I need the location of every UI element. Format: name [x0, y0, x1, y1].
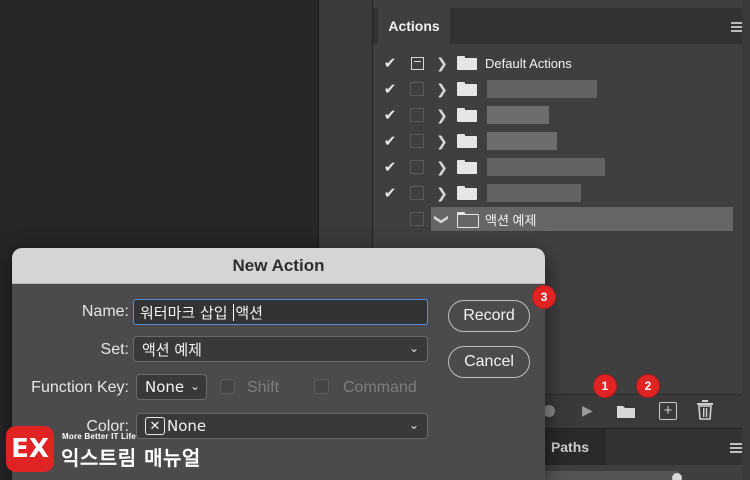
action-set-row[interactable]: ✔ ❯	[379, 76, 733, 102]
toggle-dialog-empty[interactable]	[405, 130, 429, 152]
chevron-down-icon: ⌄	[408, 418, 419, 432]
toggle-item-check-icon[interactable]: ✔	[379, 155, 401, 179]
name-input[interactable]: 워터마크 삽입 액션	[133, 299, 428, 325]
expand-chevron-icon[interactable]: ❯	[431, 159, 453, 176]
action-set-item[interactable]: ❯	[431, 77, 733, 101]
logo-mark: EX	[6, 426, 54, 472]
action-set-item[interactable]: ❯	[431, 181, 733, 205]
slider-knob[interactable]	[672, 473, 682, 480]
command-checkbox[interactable]	[314, 379, 329, 394]
action-set-item[interactable]: ❯ 액션 예제	[431, 207, 733, 231]
folder-icon	[457, 186, 477, 200]
function-key-label: Function Key:	[31, 379, 129, 396]
dialog-title: New Action	[12, 248, 545, 284]
set-label: Set:	[100, 341, 129, 358]
command-label: Command	[343, 379, 417, 396]
toggle-dialog-empty[interactable]	[405, 208, 429, 230]
name-input-text: 워터마크 삽입	[140, 303, 233, 322]
action-set-row[interactable]: ✔ ❯ Default Actions	[379, 50, 733, 76]
create-new-action-icon[interactable]: +	[659, 402, 677, 420]
toggle-dialog-empty[interactable]	[405, 104, 429, 126]
expand-chevron-icon[interactable]: ❯	[431, 81, 453, 98]
toggle-dialog-empty[interactable]	[405, 78, 429, 100]
chevron-down-icon: ⌄	[408, 341, 419, 355]
name-input-text-after: 액션	[235, 303, 263, 322]
step-badge-1: 1	[594, 375, 616, 397]
toggle-item-empty[interactable]	[379, 207, 401, 231]
expand-chevron-icon[interactable]: ❯	[431, 133, 453, 150]
function-key-select[interactable]: None ⌄	[136, 374, 207, 400]
actions-panel-tabbar: Actions	[373, 8, 750, 44]
set-select-value: 액션 예제	[142, 340, 202, 359]
expand-chevron-icon[interactable]: ❯	[431, 55, 453, 72]
logo-name: 익스트림 매뉴얼	[61, 446, 201, 470]
folder-icon	[457, 82, 477, 96]
action-set-row[interactable]: ✔ ❯	[379, 128, 733, 154]
toggle-item-check-icon[interactable]: ✔	[379, 103, 401, 127]
toggle-item-check-icon[interactable]: ✔	[379, 181, 401, 205]
toggle-item-check-icon[interactable]: ✔	[379, 51, 401, 75]
folder-icon	[457, 56, 477, 70]
action-set-row[interactable]: ✔ ❯	[379, 102, 733, 128]
cancel-button[interactable]: Cancel	[448, 346, 530, 378]
trash-icon[interactable]	[696, 400, 714, 420]
expand-chevron-icon[interactable]: ❯	[431, 107, 453, 124]
function-key-value: None	[145, 378, 185, 396]
shift-checkbox[interactable]	[220, 379, 235, 394]
blurred-name	[487, 132, 557, 150]
action-set-row-selected[interactable]: ❯ 액션 예제	[379, 206, 733, 232]
folder-icon	[457, 108, 477, 122]
blurred-name	[487, 184, 581, 202]
step-badge-3: 3	[533, 286, 555, 308]
blurred-name	[487, 158, 605, 176]
action-set-item[interactable]: ❯ Default Actions	[431, 51, 733, 75]
name-label: Name:	[81, 303, 129, 320]
toggle-item-check-icon[interactable]: ✔	[379, 129, 401, 153]
action-set-name: Default Actions	[485, 55, 572, 71]
folder-icon	[457, 134, 477, 148]
record-button[interactable]: Record	[448, 300, 530, 332]
set-select[interactable]: 액션 예제 ⌄	[133, 336, 428, 362]
step-badge-2: 2	[637, 375, 659, 397]
action-set-list: ✔ ❯ Default Actions ✔ ❯ ✔ ❯ ✔ ❯ ✔ ❯ ✔ ❯ …	[379, 50, 733, 232]
toggle-dialog-empty[interactable]	[405, 182, 429, 204]
blurred-name	[487, 80, 597, 98]
folder-icon	[457, 160, 477, 174]
toggle-dialog-icon[interactable]	[405, 52, 429, 74]
action-set-item[interactable]: ❯	[431, 129, 733, 153]
action-set-item[interactable]: ❯	[431, 103, 733, 127]
site-logo: EX More Better IT Life 익스트림 매뉴얼	[6, 424, 206, 476]
shift-label: Shift	[247, 379, 280, 396]
play-icon[interactable]: ▶	[582, 402, 593, 419]
open-folder-icon	[457, 212, 479, 228]
action-set-name: 액션 예제	[485, 212, 537, 228]
expand-chevron-icon[interactable]: ❯	[431, 185, 453, 202]
action-set-row[interactable]: ✔ ❯	[379, 154, 733, 180]
blurred-name	[487, 106, 549, 124]
action-set-row[interactable]: ✔ ❯	[379, 180, 733, 206]
chevron-down-icon: ⌄	[189, 379, 200, 393]
collapse-chevron-icon[interactable]: ❯	[434, 208, 451, 230]
toggle-item-check-icon[interactable]: ✔	[379, 77, 401, 101]
text-caret	[233, 303, 235, 321]
create-new-set-folder-icon[interactable]	[616, 403, 636, 419]
tab-actions[interactable]: Actions	[378, 8, 450, 44]
panel-scroll-edge	[742, 0, 750, 480]
action-set-item[interactable]: ❯	[431, 155, 733, 179]
toggle-dialog-empty[interactable]	[405, 156, 429, 178]
logo-tagline: More Better IT Life	[62, 432, 137, 441]
